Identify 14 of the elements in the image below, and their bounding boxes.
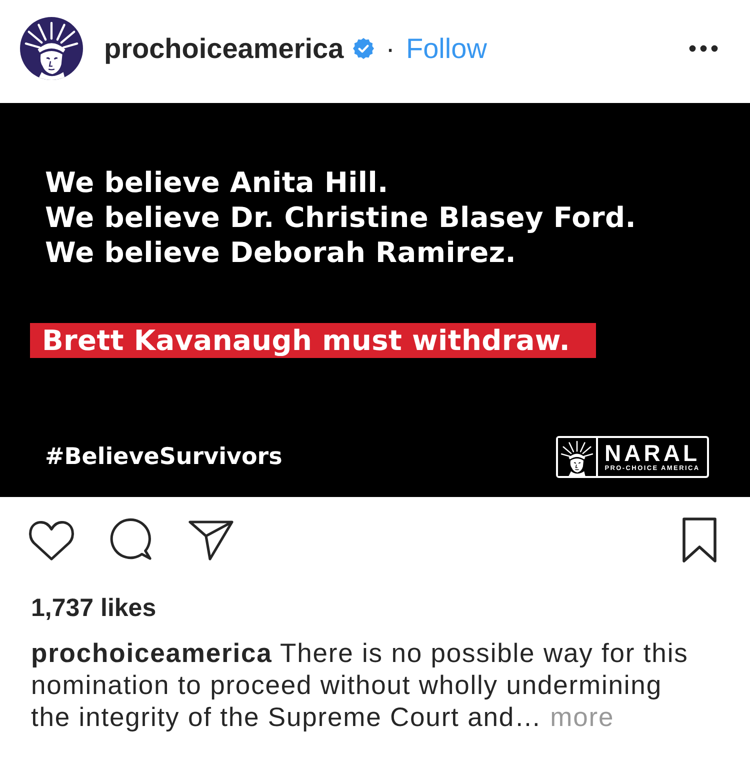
separator-dot: · [386,32,395,64]
likes-count[interactable]: 1,737 likes [31,593,156,623]
statue-avatar-icon[interactable] [20,17,83,80]
caption-text: prochoiceamerica There is no possible way for this nomination to proceed without wholly undermining the integrity of the Supreme Court and… more [31,637,690,733]
more-options-icon[interactable] [689,45,718,52]
image-text-line: We believe Dr. Christine Blasey Ford. [45,200,636,235]
like-button[interactable] [28,518,75,564]
bookmark-button[interactable] [682,516,717,566]
image-text-line: We believe Deborah Ramirez. [45,235,516,270]
username-link[interactable]: prochoiceamerica [104,32,344,64]
logo-name: NARAL [604,442,700,464]
hashtag-text: #BelieveSurvivors [45,444,282,470]
image-text-line: We believe Anita Hill. [45,165,388,200]
highlighted-statement: Brett Kavanaugh must withdraw. [30,323,596,358]
